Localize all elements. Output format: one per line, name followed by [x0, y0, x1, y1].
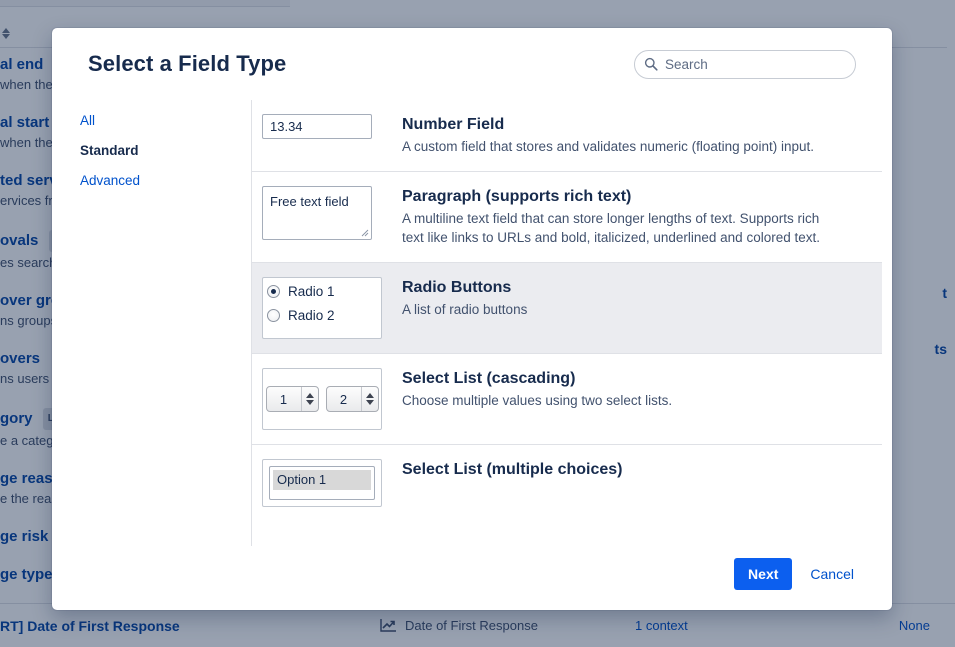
number-input-preview[interactable]: 13.34 [262, 114, 372, 139]
chevron-updown-icon [361, 387, 378, 411]
radio-selected-icon[interactable] [267, 285, 280, 298]
select-second-value: 2 [327, 387, 361, 411]
radio-option[interactable]: Radio 2 [267, 304, 381, 328]
sidebar-item-advanced[interactable]: Advanced [80, 166, 251, 196]
field-type-row-number-field[interactable]: 13.34 Number Field A custom field that s… [252, 100, 882, 172]
select-preview-box: 1 2 [262, 368, 382, 430]
textarea-preview[interactable]: Free text field [262, 186, 372, 240]
preview-paragraph: Free text field [262, 186, 382, 240]
select-first[interactable]: 1 [266, 386, 319, 412]
page-title: Select a Field Type [88, 51, 634, 77]
dialog-body: All Standard Advanced 13.34 [52, 100, 892, 546]
field-type-name: Radio Buttons [402, 278, 882, 298]
dialog-header: Select a Field Type [52, 28, 892, 100]
select-field-type-dialog: Select a Field Type All Standard Advance… [52, 28, 892, 610]
field-type-name: Select List (multiple choices) [402, 460, 882, 480]
select-second[interactable]: 2 [326, 386, 379, 412]
field-type-row-paragraph[interactable]: Free text field Paragraph (supports rich… [252, 172, 882, 263]
select-first-value: 1 [267, 387, 301, 411]
multiselect-option[interactable]: Option 1 [273, 470, 371, 490]
preview-radio-buttons: Radio 1 Radio 2 [262, 277, 382, 339]
field-type-desc: Choose multiple values using two select … [402, 391, 834, 411]
sidebar-item-standard[interactable]: Standard [80, 136, 251, 166]
field-type-row-select-list-multiple[interactable]: Option 1 Select List (multiple choices) [252, 445, 882, 521]
preview-number-field: 13.34 [262, 114, 382, 139]
field-type-desc: A custom field that stores and validates… [402, 137, 834, 157]
sidebar-item-all[interactable]: All [80, 106, 251, 136]
radio-preview-box: Radio 1 Radio 2 [262, 277, 382, 339]
radio-option-label: Radio 1 [288, 280, 335, 304]
field-type-row-radio-buttons[interactable]: Radio 1 Radio 2 Radio Buttons A list of … [252, 263, 882, 354]
next-button[interactable]: Next [734, 558, 792, 590]
field-type-list[interactable]: 13.34 Number Field A custom field that s… [252, 100, 892, 546]
search-box[interactable] [634, 50, 856, 79]
radio-unselected-icon[interactable] [267, 309, 280, 322]
resize-grip-icon[interactable] [361, 229, 369, 237]
field-type-name: Select List (cascading) [402, 369, 882, 389]
radio-option-label: Radio 2 [288, 304, 335, 328]
field-type-name: Number Field [402, 115, 882, 135]
textarea-preview-text: Free text field [270, 194, 349, 209]
search-input[interactable] [634, 50, 856, 79]
multiselect-preview-box: Option 1 [262, 459, 382, 507]
field-type-name: Paragraph (supports rich text) [402, 187, 882, 207]
chevron-updown-icon [301, 387, 318, 411]
preview-multiselect: Option 1 [262, 459, 382, 507]
cancel-button[interactable]: Cancel [808, 562, 856, 586]
field-type-desc: A multiline text field that can store lo… [402, 209, 834, 248]
preview-cascading-selects: 1 2 [262, 368, 382, 430]
radio-option[interactable]: Radio 1 [267, 280, 381, 304]
category-sidebar: All Standard Advanced [80, 100, 252, 546]
field-type-scroll-area[interactable]: 13.34 Number Field A custom field that s… [252, 100, 882, 546]
dialog-footer: Next Cancel [52, 546, 892, 610]
field-type-desc: A list of radio buttons [402, 300, 834, 320]
field-type-row-select-list-cascading[interactable]: 1 2 Select List (cascading) [252, 354, 882, 445]
